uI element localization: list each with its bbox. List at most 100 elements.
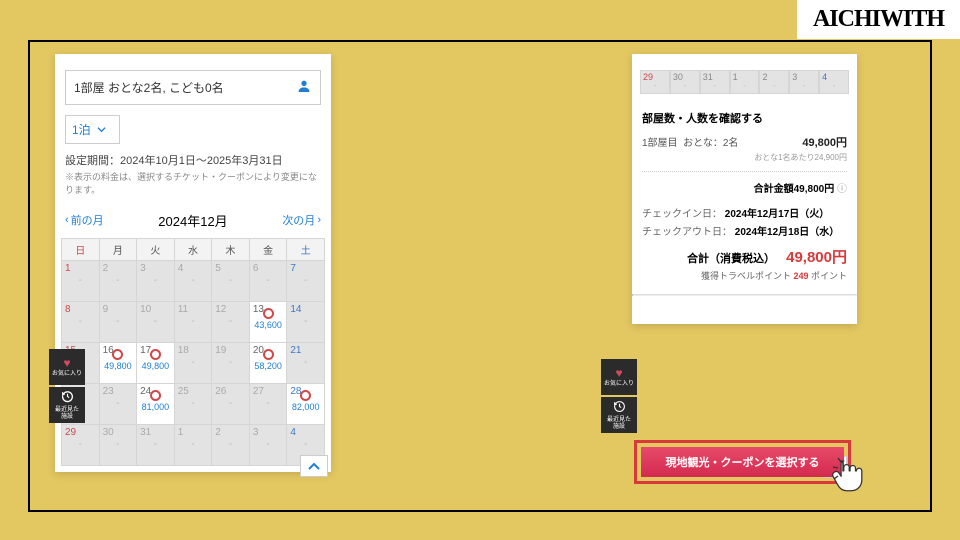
availability-ring-icon: [150, 390, 161, 401]
day-number: 16: [103, 345, 114, 356]
clock-icon: [613, 400, 626, 416]
dow-header: 金: [249, 238, 287, 260]
total-amount: 49,800円: [786, 249, 847, 266]
day-number: 3: [140, 263, 146, 274]
cell-price: 43,600: [250, 320, 287, 330]
day-number: 1: [178, 427, 184, 438]
calendar-cell: 25-: [174, 383, 212, 424]
mini-cal-cell: 3-: [789, 70, 819, 94]
day-number: 20: [253, 345, 264, 356]
calendar-cell: 3-: [249, 424, 287, 465]
calendar-cell: 1-: [62, 260, 100, 301]
day-number: 7: [290, 263, 296, 274]
day-number: 2: [103, 263, 109, 274]
availability-ring-icon: [150, 349, 161, 360]
calendar-cell: 5-: [212, 260, 250, 301]
summary-panel: 29-30-31-1-2-3-4- 部屋数・人数を確認する 1部屋目 おとな：2…: [632, 54, 857, 324]
day-number: 1: [65, 263, 71, 274]
room-price: 49,800円: [802, 134, 847, 150]
recently-viewed-tab[interactable]: 最近見た施設: [601, 397, 637, 433]
day-number: 5: [215, 263, 221, 274]
calendar-cell[interactable]: 2882,000: [287, 383, 325, 424]
room-guest-value: 1部屋 おとな2名, こども0名: [74, 79, 224, 96]
calendar-cell[interactable]: 17 49,800: [137, 342, 175, 383]
chevron-left-icon: ‹: [65, 214, 69, 226]
guests-label: おとな：2名: [683, 138, 738, 149]
calendar-cell[interactable]: 20 58,200: [249, 342, 287, 383]
total-label: 合計（消費税込）: [687, 253, 775, 265]
price-note: ※表示の料金は、選択するチケット・クーポンにより変更になります。: [65, 171, 321, 196]
day-number: 26: [215, 386, 226, 397]
calendar-cell: 29-: [62, 424, 100, 465]
day-number: 4: [178, 263, 184, 274]
separator: [642, 171, 847, 172]
calendar-cell: 6-: [249, 260, 287, 301]
calendar-cell[interactable]: 1649,800: [99, 342, 137, 383]
calendar-panel: 1部屋 おとな2名, こども0名 1泊 設定期間：2024年10月1日〜2025…: [55, 54, 331, 472]
day-number: 29: [65, 427, 76, 438]
day-number: 8: [65, 304, 71, 315]
recently-viewed-tab[interactable]: 最近見た施設: [49, 387, 85, 423]
separator: [632, 294, 857, 296]
calendar-cell: 2-: [212, 424, 250, 465]
favorites-tab[interactable]: ♥ お気に入り: [49, 349, 85, 385]
calendar-cell: 18-: [174, 342, 212, 383]
calendar-cell: 14-: [287, 301, 325, 342]
nights-select[interactable]: 1泊: [65, 115, 120, 144]
calendar-cell: 11-: [174, 301, 212, 342]
favorites-tab[interactable]: ♥ お気に入り: [601, 359, 637, 395]
select-coupon-button[interactable]: 現地観光・クーポンを選択する: [641, 447, 844, 477]
mini-cal-cell: 1-: [730, 70, 760, 94]
day-number: 30: [103, 427, 114, 438]
collapse-button-left[interactable]: [300, 455, 328, 477]
room-index: 1部屋目: [642, 138, 678, 149]
day-number: 12: [215, 304, 226, 315]
day-number: 10: [140, 304, 151, 315]
mini-cal-cell: 2-: [759, 70, 789, 94]
next-month-link[interactable]: 次の月 ›: [282, 212, 321, 228]
calendar-cell[interactable]: 1343,600: [249, 301, 287, 342]
cell-price: 49,800: [137, 361, 174, 371]
day-number: 4: [290, 427, 296, 438]
dow-header: 木: [212, 238, 250, 260]
clock-icon: [61, 390, 74, 406]
day-number: 9: [103, 304, 109, 315]
mini-cal-cell: 29-: [640, 70, 670, 94]
availability-ring-icon: [263, 349, 274, 360]
calendar-table: 日月火水木金土 1-2-3-4-5-6-7-8-9-10-11-12-1343,…: [61, 238, 325, 466]
pointer-cursor-icon: [830, 454, 878, 502]
checkin-value: 2024年12月17日（火）: [725, 209, 830, 220]
dow-header: 水: [174, 238, 212, 260]
dow-header: 土: [287, 238, 325, 260]
calendar-cell[interactable]: 2481,000: [137, 383, 175, 424]
user-icon: [296, 78, 312, 97]
calendar-cell: 3-: [137, 260, 175, 301]
day-number: 23: [103, 386, 114, 397]
calendar-cell: 30-: [99, 424, 137, 465]
heart-icon: ♥: [615, 366, 622, 380]
calendar-cell: 27-: [249, 383, 287, 424]
cta-highlight-frame: 現地観光・クーポンを選択する: [634, 440, 851, 484]
dow-header: 月: [99, 238, 137, 260]
day-number: 17: [140, 345, 151, 356]
calendar-cell: 12-: [212, 301, 250, 342]
chevron-down-icon: [97, 123, 106, 137]
day-number: 19: [215, 345, 226, 356]
prev-month-link[interactable]: ‹ 前の月: [65, 212, 104, 228]
calendar-cell: 10-: [137, 301, 175, 342]
mini-cal-cell: 30-: [670, 70, 700, 94]
help-icon[interactable]: ⓘ: [837, 184, 847, 195]
day-number: 21: [290, 345, 301, 356]
availability-ring-icon: [263, 308, 274, 319]
day-number: 31: [140, 427, 151, 438]
cell-price: 58,200: [250, 361, 287, 371]
calendar-cell: 31-: [137, 424, 175, 465]
subtotal: 合計金額49,800円: [754, 184, 835, 195]
mini-calendar-row: 29-30-31-1-2-3-4-: [640, 70, 849, 94]
checkout-label: チェックアウト日：: [642, 227, 732, 238]
cell-price: 82,000: [287, 402, 324, 412]
room-guest-field[interactable]: 1部屋 おとな2名, こども0名: [65, 70, 321, 105]
day-number: 11: [178, 304, 188, 315]
calendar-cell: 4-: [174, 260, 212, 301]
logo: AICHIWITH: [797, 0, 960, 39]
